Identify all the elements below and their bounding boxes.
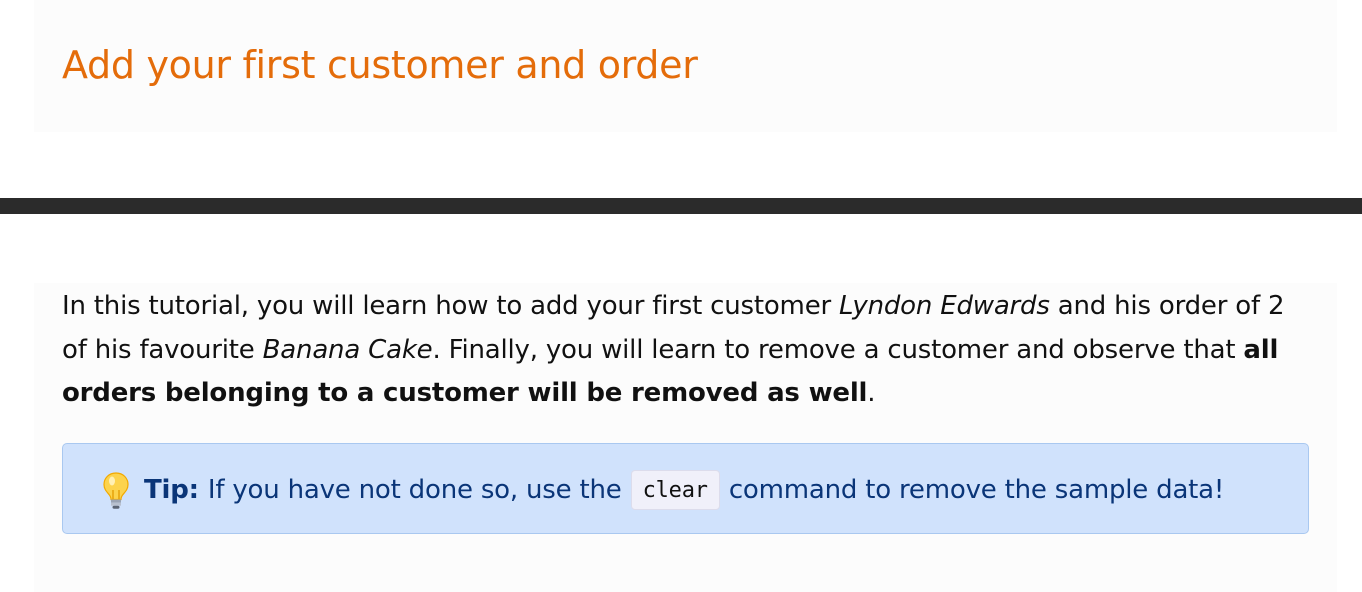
section-divider: [0, 198, 1362, 214]
tip-label: Tip:: [144, 475, 199, 505]
header-card: Add your first customer and order: [34, 0, 1337, 132]
intro-text: In this tutorial, you will learn how to …: [62, 291, 840, 321]
page: Add your first customer and order In thi…: [0, 0, 1362, 592]
intro-text: .: [867, 378, 876, 408]
customer-name: Lyndon Edwards: [839, 291, 1050, 321]
item-name: Banana Cake: [262, 334, 433, 365]
content-card: In this tutorial, you will learn how to …: [34, 283, 1337, 592]
tip-box: Tip: If you have not done so, use the cl…: [62, 443, 1309, 534]
tip-text: command to remove the sample data!: [728, 475, 1225, 505]
section-title: Add your first customer and order: [62, 43, 698, 87]
intro-text: . Finally, you will learn to remove a cu…: [432, 334, 1244, 365]
lightbulb-icon: [101, 470, 131, 510]
clear-command-code: clear: [630, 470, 720, 510]
tip-row: Tip: If you have not done so, use the cl…: [101, 468, 1224, 512]
intro-paragraph: In this tutorial, you will learn how to …: [62, 285, 1312, 416]
tip-text: If you have not done so, use the: [207, 475, 622, 505]
